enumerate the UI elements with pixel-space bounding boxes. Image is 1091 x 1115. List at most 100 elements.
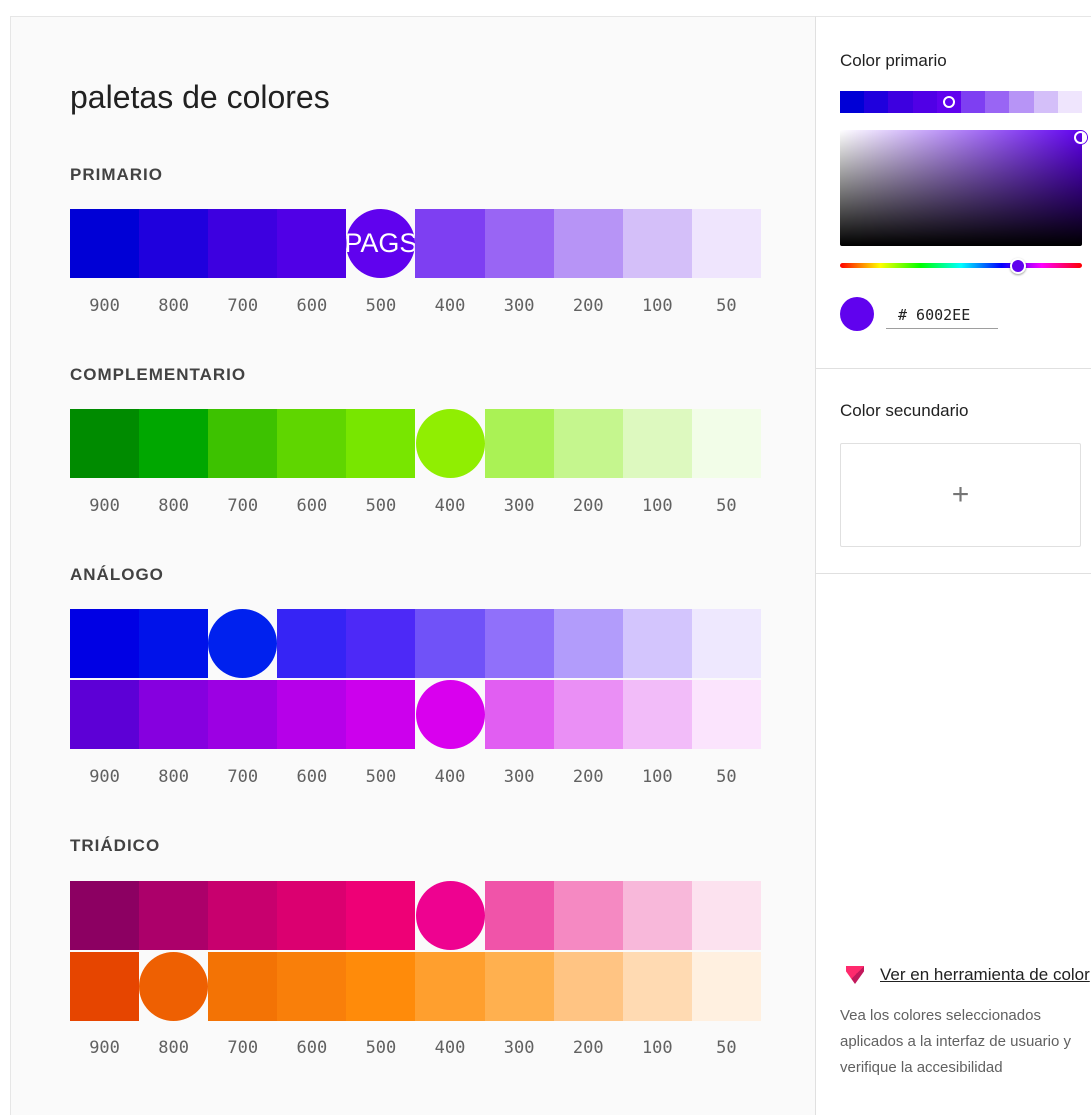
triadic-shade-labels: 900 800 700 600 500 400 300 200 100 50 xyxy=(70,1038,761,1058)
color-swatch-50[interactable] xyxy=(691,680,761,749)
color-swatch-300[interactable] xyxy=(484,609,554,678)
color-swatch-100[interactable] xyxy=(622,881,692,950)
color-swatch-800[interactable] xyxy=(139,609,209,678)
color-swatch-100[interactable] xyxy=(622,680,692,749)
shade-label: 200 xyxy=(572,767,604,787)
mini-swatch-100[interactable] xyxy=(1033,91,1058,113)
color-swatch-200[interactable] xyxy=(553,609,623,678)
shade-label: 900 xyxy=(89,496,120,516)
color-swatch-100[interactable] xyxy=(622,609,692,678)
analogous-shade-labels: 900 800 700 600 500 400 300 200 100 50 xyxy=(70,767,761,787)
color-swatch-400[interactable] xyxy=(415,609,485,678)
mini-swatch-800[interactable] xyxy=(864,91,889,113)
shade-label: 300 xyxy=(503,496,535,516)
color-swatch-300[interactable] xyxy=(484,409,554,478)
shade-label: 700 xyxy=(227,1038,259,1058)
color-swatch-800[interactable] xyxy=(139,680,209,749)
color-swatch-700[interactable] xyxy=(208,680,278,749)
color-swatch-50[interactable] xyxy=(691,409,761,478)
color-swatch-600[interactable] xyxy=(277,609,347,678)
color-swatch-400[interactable] xyxy=(415,680,485,749)
color-swatch-800[interactable] xyxy=(139,881,209,950)
shade-label: 600 xyxy=(296,496,328,516)
color-swatch-800[interactable] xyxy=(139,409,209,478)
hex-color-input[interactable] xyxy=(886,301,998,329)
color-swatch-700[interactable] xyxy=(208,609,278,678)
color-swatch-900[interactable] xyxy=(70,609,140,678)
selected-swatch-marker xyxy=(415,680,485,749)
shade-label: 800 xyxy=(158,1038,189,1058)
mini-swatch-selected-marker xyxy=(942,96,955,108)
add-secondary-color-button[interactable]: + xyxy=(840,443,1081,547)
color-swatch-900[interactable] xyxy=(70,952,140,1021)
mini-swatch-400[interactable] xyxy=(961,91,986,113)
color-swatch-100[interactable] xyxy=(622,209,692,278)
color-swatch-50[interactable] xyxy=(691,952,761,1021)
color-swatch-900[interactable] xyxy=(70,209,140,278)
color-swatch-500[interactable] xyxy=(346,409,416,478)
mini-swatch-600[interactable] xyxy=(912,91,937,113)
color-swatch-700[interactable] xyxy=(208,881,278,950)
color-swatch-500[interactable] xyxy=(346,680,416,749)
color-swatch-900[interactable] xyxy=(70,409,140,478)
section-label-complementary: COMPLEMENTARIO xyxy=(70,365,247,384)
color-swatch-700[interactable] xyxy=(208,209,278,278)
color-swatch-500[interactable] xyxy=(346,609,416,678)
color-swatch-200[interactable] xyxy=(553,952,623,1021)
selected-swatch-marker xyxy=(415,409,485,478)
mini-swatch-50[interactable] xyxy=(1057,91,1083,113)
saturation-value-picker[interactable] xyxy=(840,130,1087,246)
shade-label: 100 xyxy=(641,1038,673,1058)
color-swatch-300[interactable] xyxy=(484,209,554,278)
color-swatch-800[interactable] xyxy=(139,952,209,1021)
color-swatch-600[interactable] xyxy=(277,209,347,278)
mini-swatch-500[interactable] xyxy=(936,91,962,113)
mini-swatch-200[interactable] xyxy=(1009,91,1034,113)
shade-label: 800 xyxy=(158,496,189,516)
color-swatch-50[interactable] xyxy=(691,609,761,678)
color-swatch-400[interactable] xyxy=(415,409,485,478)
color-swatch-800[interactable] xyxy=(139,209,209,278)
color-swatch-200[interactable] xyxy=(553,680,623,749)
color-tool-link-text: Ver en herramienta de color xyxy=(880,965,1090,984)
color-swatch-100[interactable] xyxy=(622,952,692,1021)
color-swatch-50[interactable] xyxy=(691,881,761,950)
shade-label: 50 xyxy=(716,496,737,516)
color-swatch-500[interactable] xyxy=(346,952,416,1021)
color-swatch-200[interactable] xyxy=(553,209,623,278)
shade-label: 200 xyxy=(572,1038,604,1058)
shade-label: 900 xyxy=(89,296,120,316)
hue-slider-handle[interactable] xyxy=(1010,258,1026,274)
saturation-value-handle[interactable] xyxy=(1074,131,1087,144)
color-swatch-600[interactable] xyxy=(277,409,347,478)
shade-label: 300 xyxy=(503,767,535,787)
color-swatch-300[interactable] xyxy=(484,680,554,749)
color-swatch-200[interactable] xyxy=(553,881,623,950)
mini-swatch-300[interactable] xyxy=(985,91,1010,113)
color-swatch-600[interactable] xyxy=(277,680,347,749)
color-swatch-600[interactable] xyxy=(277,881,347,950)
color-swatch-200[interactable] xyxy=(553,409,623,478)
color-swatch-50[interactable] xyxy=(691,209,761,278)
color-swatch-700[interactable] xyxy=(208,409,278,478)
color-swatch-400[interactable] xyxy=(415,209,485,278)
color-swatch-500[interactable] xyxy=(346,881,416,950)
color-swatch-300[interactable] xyxy=(484,952,554,1021)
shade-label: 400 xyxy=(434,496,466,516)
color-swatch-600[interactable] xyxy=(277,952,347,1021)
mini-swatch-700[interactable] xyxy=(888,91,913,113)
color-swatch-900[interactable] xyxy=(70,680,140,749)
primary-mini-palette[interactable] xyxy=(840,91,1083,113)
mini-swatch-900[interactable] xyxy=(840,91,865,113)
color-swatch-100[interactable] xyxy=(622,409,692,478)
color-swatch-400[interactable] xyxy=(415,881,485,950)
view-in-color-tool-link[interactable]: Ver en herramienta de color xyxy=(846,965,1090,985)
color-swatch-400[interactable] xyxy=(415,952,485,1021)
hue-slider[interactable] xyxy=(840,258,1082,274)
color-swatch-500[interactable]: PAGS xyxy=(346,209,416,278)
shade-label: 500 xyxy=(365,1038,397,1058)
shade-label: 50 xyxy=(716,296,737,316)
color-swatch-300[interactable] xyxy=(484,881,554,950)
color-swatch-700[interactable] xyxy=(208,952,278,1021)
color-swatch-900[interactable] xyxy=(70,881,140,950)
